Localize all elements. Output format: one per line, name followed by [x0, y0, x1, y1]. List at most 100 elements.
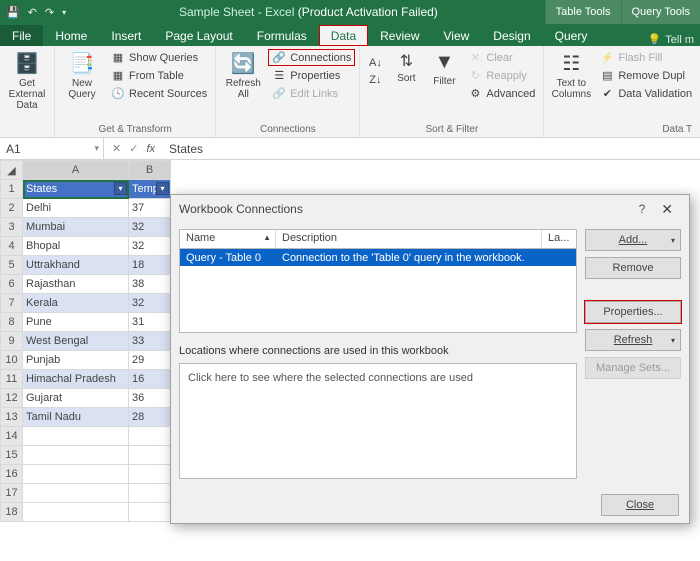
close-icon[interactable]: ✕	[653, 201, 681, 218]
tab-page-layout[interactable]: Page Layout	[153, 25, 244, 46]
cell[interactable]	[129, 503, 171, 522]
cell[interactable]: States▾	[23, 180, 129, 199]
cell[interactable]	[23, 427, 129, 446]
col-name[interactable]: Name▲	[180, 230, 276, 248]
tab-home[interactable]: Home	[43, 25, 99, 46]
col-description[interactable]: Description	[276, 230, 542, 248]
properties-button-dialog[interactable]: Properties...	[585, 301, 681, 323]
save-icon[interactable]: 💾	[6, 6, 20, 19]
cell[interactable]: 18	[129, 256, 171, 275]
row-header[interactable]: 7	[1, 294, 23, 313]
filter-button[interactable]: ▼ Filter	[426, 49, 462, 89]
cell[interactable]	[23, 446, 129, 465]
row-header[interactable]: 14	[1, 427, 23, 446]
enter-icon[interactable]: ✓	[129, 142, 138, 155]
tab-data[interactable]: Data	[319, 25, 368, 46]
cell[interactable]	[129, 446, 171, 465]
properties-button[interactable]: ☰Properties	[268, 67, 355, 84]
cancel-icon[interactable]: ✕	[112, 142, 121, 155]
row-header[interactable]: 3	[1, 218, 23, 237]
cell[interactable]: Bhopal	[23, 237, 129, 256]
tab-query[interactable]: Query	[543, 25, 600, 46]
locations-box[interactable]: Click here to see where the selected con…	[179, 363, 577, 479]
advanced-button[interactable]: ⚙Advanced	[464, 85, 539, 102]
row-header[interactable]: 15	[1, 446, 23, 465]
row-header[interactable]: 1	[1, 180, 23, 199]
formula-input[interactable]: States	[163, 138, 700, 159]
cell[interactable]	[23, 484, 129, 503]
fx-icon[interactable]: fx	[146, 143, 155, 155]
tab-review[interactable]: Review	[368, 25, 431, 46]
row-header[interactable]: 5	[1, 256, 23, 275]
show-queries-button[interactable]: ▦Show Queries	[107, 49, 211, 66]
help-icon[interactable]: ?	[631, 202, 654, 216]
cell[interactable]: 16	[129, 370, 171, 389]
cell[interactable]	[129, 427, 171, 446]
from-table-button[interactable]: ▦From Table	[107, 67, 211, 84]
name-box-dropdown-icon[interactable]: ▾	[94, 143, 99, 154]
close-button[interactable]: Close	[601, 494, 679, 516]
tab-file[interactable]: File	[0, 25, 43, 46]
cell[interactable]: Himachal Pradesh	[23, 370, 129, 389]
row-header[interactable]: 13	[1, 408, 23, 427]
cell[interactable]	[129, 465, 171, 484]
cell[interactable]: Rajasthan	[23, 275, 129, 294]
cell[interactable]: 37	[129, 199, 171, 218]
cell[interactable]: 36	[129, 389, 171, 408]
text-to-columns-button[interactable]: ☷ Text to Columns	[548, 49, 594, 102]
cell[interactable]: West Bengal	[23, 332, 129, 351]
undo-icon[interactable]: ↶	[28, 6, 37, 19]
cell[interactable]: Delhi	[23, 199, 129, 218]
tab-design[interactable]: Design	[481, 25, 542, 46]
row-header[interactable]: 12	[1, 389, 23, 408]
row-header[interactable]: 9	[1, 332, 23, 351]
row-header[interactable]: 18	[1, 503, 23, 522]
cell[interactable]: 31	[129, 313, 171, 332]
new-query-button[interactable]: 📑 New Query	[59, 49, 105, 102]
get-external-data-button[interactable]: 🗄️ Get External Data	[4, 49, 50, 113]
cell[interactable]: 33	[129, 332, 171, 351]
tab-formulas[interactable]: Formulas	[245, 25, 319, 46]
redo-icon[interactable]: ↷	[45, 6, 54, 19]
recent-sources-button[interactable]: 🕓Recent Sources	[107, 85, 211, 102]
data-validation-button[interactable]: ✔Data Validation	[596, 85, 696, 102]
cell[interactable]: Pune	[23, 313, 129, 332]
row-header[interactable]: 16	[1, 465, 23, 484]
remove-duplicates-button[interactable]: ▤Remove Dupl	[596, 67, 696, 84]
tell-me[interactable]: 💡Tell m	[642, 33, 700, 46]
add-button[interactable]: Add...▾	[585, 229, 681, 251]
cell[interactable]: 38	[129, 275, 171, 294]
cell[interactable]: Uttrakhand	[23, 256, 129, 275]
refresh-button[interactable]: Refresh▾	[585, 329, 681, 351]
cell[interactable]: 32	[129, 218, 171, 237]
filter-dropdown-icon[interactable]: ▾	[156, 182, 169, 195]
row-header[interactable]: 8	[1, 313, 23, 332]
connections-list[interactable]: Query - Table 0 Connection to the 'Table…	[179, 249, 577, 333]
row-header[interactable]: 6	[1, 275, 23, 294]
row-header[interactable]: 11	[1, 370, 23, 389]
col-header-A[interactable]: A	[23, 161, 129, 180]
tab-insert[interactable]: Insert	[99, 25, 153, 46]
sort-az-button[interactable]: A↓	[364, 55, 386, 71]
row-header[interactable]: 17	[1, 484, 23, 503]
cell[interactable]: 28	[129, 408, 171, 427]
row-header[interactable]: 4	[1, 237, 23, 256]
cell[interactable]: Mumbai	[23, 218, 129, 237]
tab-view[interactable]: View	[432, 25, 482, 46]
refresh-all-button[interactable]: 🔄 Refresh All	[220, 49, 266, 102]
cell[interactable]: Gujarat	[23, 389, 129, 408]
remove-button[interactable]: Remove	[585, 257, 681, 279]
cell[interactable]	[23, 503, 129, 522]
cell[interactable]: 32	[129, 237, 171, 256]
connections-button[interactable]: 🔗Connections	[268, 49, 355, 66]
connection-row[interactable]: Query - Table 0 Connection to the 'Table…	[180, 249, 576, 266]
cell[interactable]	[129, 484, 171, 503]
sort-za-button[interactable]: Z↓	[364, 72, 386, 88]
connections-list-header[interactable]: Name▲ Description La...	[179, 229, 577, 249]
col-header-B[interactable]: B	[129, 161, 171, 180]
cell[interactable]	[23, 465, 129, 484]
qat-dropdown-icon[interactable]: ▾	[62, 8, 66, 17]
cell[interactable]: Tamil Nadu	[23, 408, 129, 427]
cell[interactable]: Punjab	[23, 351, 129, 370]
query-tools-tab[interactable]: Query Tools	[621, 0, 700, 24]
